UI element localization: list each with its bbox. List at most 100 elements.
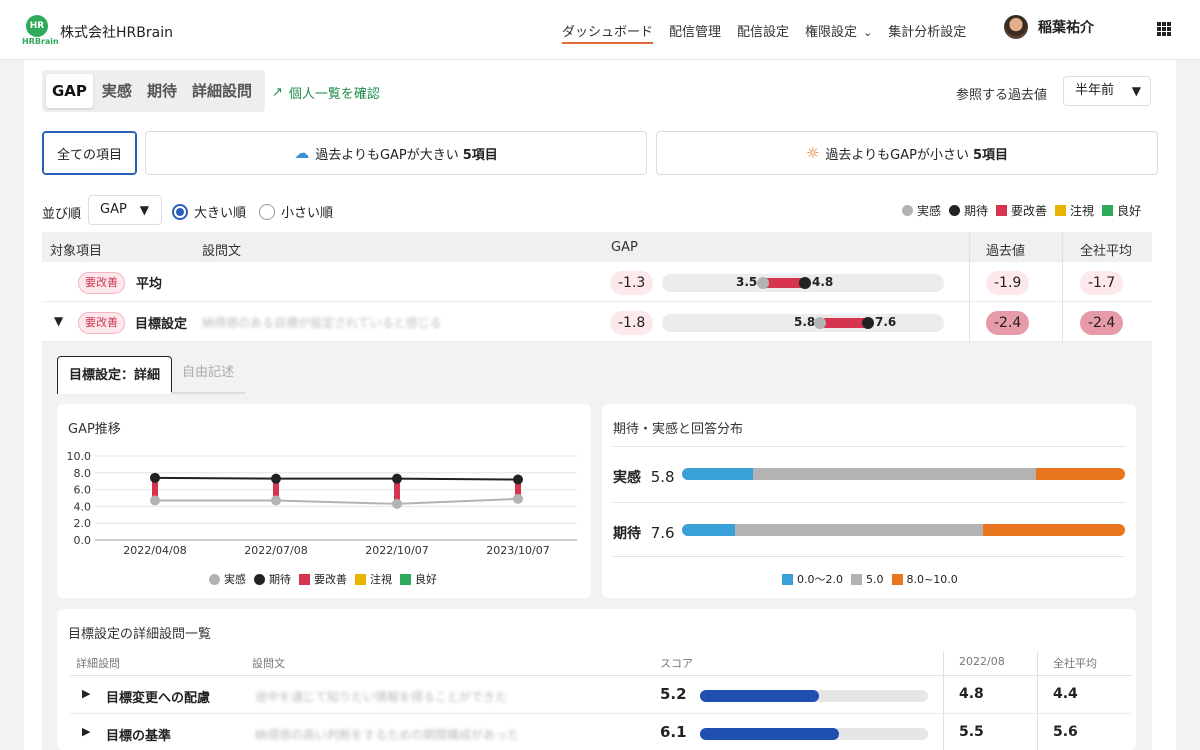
logo-subtext: HRBrain: [22, 37, 59, 46]
gray-dot-icon: [209, 573, 220, 585]
expand-caret-icon[interactable]: ▼: [54, 314, 63, 328]
table-row[interactable]: ▶ 目標の基準 納得感の高い判断をするための期間構成があった 6.1 5.5 5…: [70, 714, 1132, 750]
dist-label-text: 期待: [613, 526, 641, 542]
green-square-icon: [1102, 205, 1114, 216]
past-value: -1.9: [986, 271, 1030, 295]
sort-select[interactable]: GAP ▼: [88, 195, 162, 225]
caret-down-icon: ▼: [139, 203, 149, 217]
nav-permission-settings[interactable]: 権限設定 ⌄: [805, 21, 872, 44]
legend-label: 0.0〜2.0: [797, 573, 843, 586]
filter-all-button[interactable]: 全ての項目: [42, 131, 137, 175]
company-name: 株式会社HRBrain: [60, 25, 173, 41]
score-value: 5.2: [660, 685, 687, 703]
item-name: 平均: [136, 277, 163, 292]
past-value-select[interactable]: 半年前 ▼: [1063, 76, 1151, 106]
divider: [613, 446, 1125, 447]
nav-delivery-management[interactable]: 配信管理: [669, 21, 721, 44]
status-badge: 要改善: [78, 272, 125, 294]
tab-real[interactable]: 実感: [96, 74, 138, 108]
user-menu[interactable]: 稲葉祐介: [1004, 15, 1094, 39]
dist-expect-label: 期待 7.6: [613, 523, 675, 543]
nav-dashboard[interactable]: ダッシュボード: [562, 21, 654, 44]
filter-smaller-gap-button[interactable]: ☼ 過去よりもGAPが小さい 5項目: [656, 131, 1158, 175]
expect-series-line: [154, 476, 519, 481]
dist-segment: [1036, 468, 1125, 480]
nav-delivery-settings[interactable]: 配信設定: [737, 21, 789, 44]
gap-bar-track: 3.5 4.8: [662, 274, 944, 292]
sort-asc-label: 小さい順: [281, 206, 334, 221]
filter-larger-gap-button[interactable]: ☁ 過去よりもGAPが大きい 5項目: [145, 131, 647, 175]
sun-icon: ☼: [805, 144, 820, 162]
rain-cloud-icon: ☁: [294, 144, 310, 162]
yellow-square-icon: [1055, 205, 1067, 216]
tab-gap[interactable]: GAP: [46, 74, 93, 108]
tab-free-text[interactable]: 自由記述: [171, 356, 245, 394]
past-value-label: 参照する過去値: [956, 88, 1048, 103]
col-company-avg: 全社平均: [1080, 244, 1133, 259]
score-value: 6.1: [660, 723, 687, 741]
real-series-line: [155, 497, 519, 505]
gap-trend-panel: GAP推移 0.0 2.0 4.0 6.0 8.0 10.0 2022/04/08 2022/…: [57, 404, 591, 598]
table-row[interactable]: 要改善 平均 -1.3 3.5 4.8 -1.9 -1.7: [42, 262, 1152, 302]
legend-label: 要改善: [1011, 204, 1048, 218]
gray-square-icon: [851, 573, 862, 585]
filter-larger-count: 5項目: [462, 147, 498, 163]
legend-expect: 期待: [949, 202, 988, 219]
orange-square-icon: [891, 573, 903, 585]
dist-segment: [752, 468, 1037, 480]
legend-label: 5.0: [866, 572, 884, 586]
legend-label: 実感: [917, 204, 942, 218]
tab-goal-detail[interactable]: 目標設定：詳細: [57, 356, 173, 394]
legend-low: 0.0〜2.0: [782, 571, 843, 587]
score-bar-track: [700, 690, 928, 702]
filter-smaller-count: 5項目: [972, 147, 1009, 163]
real-point: [150, 495, 160, 506]
table-row[interactable]: ▼ 要改善 目標設定 納得感のある目標が設定されていると感じる -1.8 5.8…: [42, 302, 1152, 342]
detail-question-text: 途中を通じて知りたい情報を得ることができた: [255, 690, 508, 704]
app-grid-icon[interactable]: [1157, 22, 1171, 36]
expand-arrow-icon[interactable]: ▶: [82, 687, 90, 700]
black-dot-icon: [254, 573, 265, 585]
y-tick-label: 10.0: [67, 450, 92, 463]
green-square-icon: [400, 573, 411, 585]
personal-list-link[interactable]: ↗ 個人一覧を確認: [272, 83, 380, 102]
dist-real-label: 実感 5.8: [613, 467, 675, 487]
sort-asc-radio[interactable]: 小さい順: [259, 202, 333, 221]
expect-value-label: 7.6: [875, 315, 897, 329]
expand-arrow-icon[interactable]: ▶: [82, 725, 90, 738]
red-square-icon: [299, 573, 310, 585]
sort-desc-radio[interactable]: 大きい順: [172, 202, 246, 221]
tab-expect[interactable]: 期待: [141, 74, 183, 108]
company-avg-value: -1.7: [1080, 271, 1124, 295]
past-score: 5.5: [959, 724, 984, 740]
y-tick-label: 8.0: [74, 467, 92, 480]
legend-improve: 要改善: [996, 202, 1047, 219]
expect-point: [513, 474, 523, 485]
legend-high: 8.0~10.0: [891, 573, 958, 586]
username: 稲葉祐介: [1038, 20, 1094, 36]
y-tick-label: 6.0: [74, 484, 92, 497]
past-score: 4.8: [959, 686, 984, 702]
legend-real: 実感: [902, 202, 941, 219]
past-value: -2.4: [986, 311, 1030, 335]
x-tick-label: 2022/07/08: [244, 544, 307, 557]
radio-checked-icon: [172, 203, 188, 220]
view-tabs: GAP 実感 期待 詳細設問: [42, 70, 265, 112]
real-point: [392, 498, 402, 509]
external-link-icon: ↗: [272, 85, 283, 100]
tab-detail-questions[interactable]: 詳細設問: [186, 74, 258, 108]
nav-analysis-settings[interactable]: 集計分析設定: [888, 21, 966, 44]
expect-point: [392, 473, 402, 484]
gap-value: -1.8: [610, 311, 654, 335]
company-logo[interactable]: HR HRBrain: [22, 15, 59, 47]
divider: [613, 556, 1125, 557]
legend-improve: 要改善: [299, 571, 347, 587]
legend-label: 期待: [269, 573, 291, 586]
detail-item-name: 目標の基準: [106, 729, 172, 744]
yellow-square-icon: [355, 573, 366, 585]
sort-label: 並び順: [42, 207, 82, 222]
legend-label: 良好: [1117, 204, 1142, 218]
table-row[interactable]: ▶ 目標変更への配慮 途中を通じて知りたい情報を得ることができた 5.2 4.8…: [70, 676, 1132, 714]
filter-all-label: 全ての項目: [56, 147, 122, 163]
col-past: 過去値: [986, 244, 1026, 259]
